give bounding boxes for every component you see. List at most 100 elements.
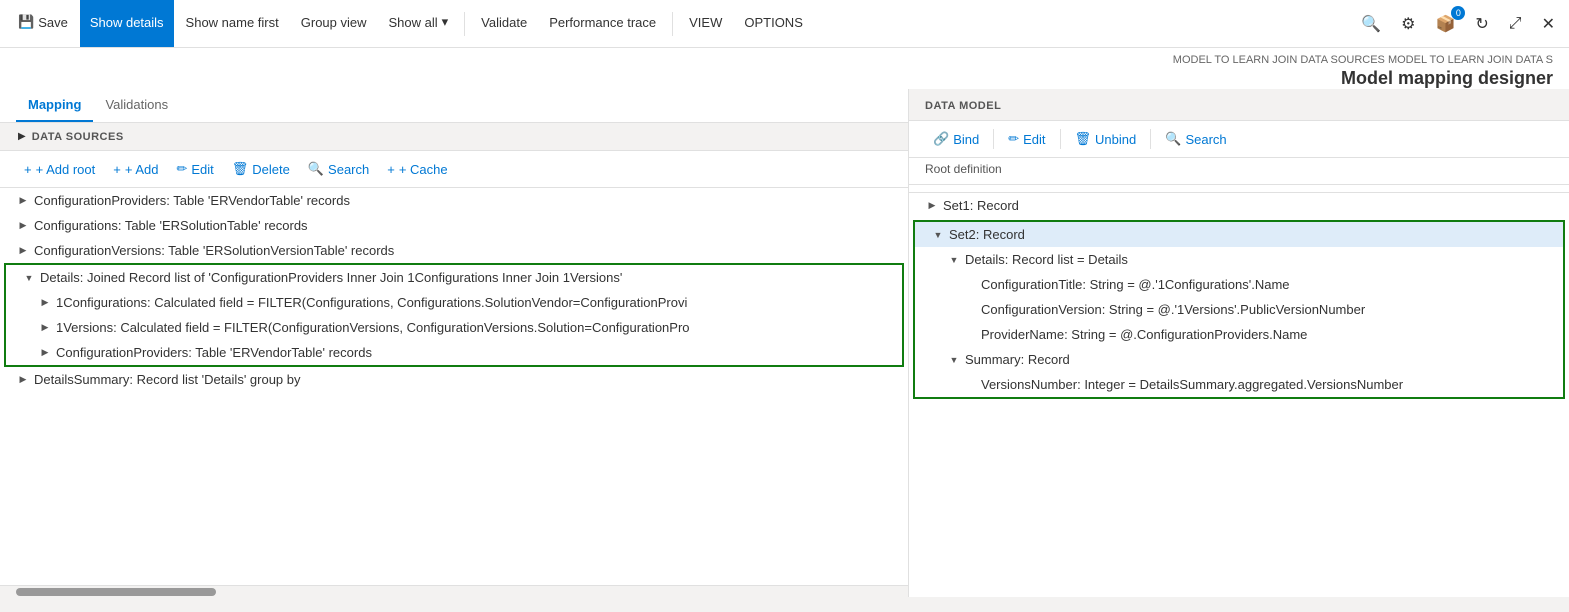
left-panel: Mapping Validations ▶ DATA SOURCES + + A… (0, 89, 909, 597)
dm-tree-item[interactable]: ▼ Details: Record list = Details (915, 247, 1563, 272)
ds-toolbar: + + Add root + + Add ✏ Edit 🗑 Delete 🔍 S… (0, 151, 908, 188)
performance-trace-button[interactable]: Performance trace (539, 0, 666, 47)
unbind-button[interactable]: 🗑 Unbind (1067, 127, 1145, 151)
show-name-first-button[interactable]: Show name first (176, 0, 289, 47)
right-panel: DATA MODEL 🔗 Bind ✏ Edit 🗑 Unbind 🔍 Sear… (909, 89, 1569, 597)
main-layout: Mapping Validations ▶ DATA SOURCES + + A… (0, 89, 1569, 597)
close-button[interactable]: ✕ (1536, 8, 1561, 40)
add-root-label: + Add root (36, 162, 96, 177)
tree-item-text: Details: Joined Record list of 'Configur… (40, 270, 622, 285)
add-button[interactable]: + + Add (105, 158, 166, 181)
horizontal-scrollbar[interactable] (0, 585, 908, 597)
edit-button[interactable]: ✏ Edit (168, 157, 221, 181)
show-details-label: Show details (90, 15, 164, 30)
edit-icon: ✏ (176, 161, 187, 177)
dm-tree-item-text: Set2: Record (949, 227, 1025, 242)
dm-tree-item[interactable]: ▼ Set2: Record (915, 222, 1563, 247)
unbind-label: Unbind (1095, 132, 1136, 147)
expand-icon: ▶ (925, 199, 939, 213)
tree-item[interactable]: ▼ Details: Joined Record list of 'Config… (6, 265, 902, 290)
show-name-first-label: Show name first (186, 15, 279, 30)
tab-validations[interactable]: Validations (93, 89, 180, 122)
toolbar: 💾 Save Show details Show name first Grou… (0, 0, 1569, 48)
search-button[interactable]: 🔍 Search (300, 157, 377, 181)
dm-green-box: ▼ Set2: Record ▼ Details: Record list = … (913, 220, 1565, 399)
breadcrumb: MODEL TO LEARN JOIN DATA SOURCES MODEL T… (1173, 54, 1553, 66)
dm-tree-item-text: ConfigurationVersion: String = @.'1Versi… (981, 302, 1365, 317)
dm-tree-item-text: VersionsNumber: Integer = DetailsSummary… (981, 377, 1403, 392)
expand-icon: ▼ (931, 228, 945, 242)
dm-tree-item-text: Summary: Record (965, 352, 1070, 367)
tree-item-text: 1Configurations: Calculated field = FILT… (56, 295, 687, 310)
options-label: OPTIONS (744, 15, 803, 30)
expand-icon: ▼ (947, 353, 961, 367)
header-area: MODEL TO LEARN JOIN DATA SOURCES MODEL T… (0, 48, 1569, 89)
ds-tree: ▶ ConfigurationProviders: Table 'ERVendo… (0, 188, 908, 585)
dm-search-button[interactable]: 🔍 Search (1157, 127, 1234, 151)
validate-label: Validate (481, 15, 527, 30)
dm-tree-item[interactable]: ▼ Summary: Record (915, 347, 1563, 372)
right-sep-1 (993, 129, 994, 149)
performance-trace-label: Performance trace (549, 15, 656, 30)
tree-item[interactable]: ▶ 1Configurations: Calculated field = FI… (6, 290, 902, 315)
root-definition: Root definition (909, 158, 1569, 185)
delete-button[interactable]: 🗑 Delete (224, 157, 298, 181)
tree-item[interactable]: ▶ 1Versions: Calculated field = FILTER(C… (6, 315, 902, 340)
delete-label: Delete (252, 162, 290, 177)
tree-item[interactable]: ▶ ConfigurationProviders: Table 'ERVendo… (6, 340, 902, 365)
show-all-button[interactable]: Show all ▾ (379, 0, 459, 47)
ds-collapse-button[interactable]: ▶ (16, 129, 28, 144)
validate-button[interactable]: Validate (471, 0, 537, 47)
view-button[interactable]: VIEW (679, 0, 732, 47)
data-sources-header: ▶ DATA SOURCES (0, 123, 908, 151)
refresh-button[interactable]: ↻ (1469, 8, 1494, 40)
dm-tree-item[interactable]: ▶ ConfigurationTitle: String = @.'1Confi… (915, 272, 1563, 297)
right-sep-3 (1150, 129, 1151, 149)
bind-button[interactable]: 🔗 Bind (925, 127, 987, 151)
expand-icon: ▶ (38, 346, 52, 360)
dm-tree-item[interactable]: ▶ ConfigurationVersion: String = @.'1Ver… (915, 297, 1563, 322)
dm-tree-item[interactable]: ▶ VersionsNumber: Integer = DetailsSumma… (915, 372, 1563, 397)
dm-tree-item-text: Set1: Record (943, 198, 1019, 213)
expand-icon: ▶ (38, 296, 52, 310)
dm-tree-item[interactable]: ▶ ProviderName: String = @.Configuration… (915, 322, 1563, 347)
tree-item[interactable]: ▶ ConfigurationProviders: Table 'ERVendo… (0, 188, 908, 213)
tree-item-text: ConfigurationVersions: Table 'ERSolution… (34, 243, 394, 258)
dm-search-label: Search (1185, 132, 1226, 147)
toolbar-separator-1 (464, 12, 465, 36)
dm-edit-button[interactable]: ✏ Edit (1000, 127, 1053, 151)
popout-button[interactable]: ⤢ (1503, 9, 1528, 39)
expand-icon: ▶ (16, 373, 30, 387)
chevron-down-icon: ▾ (442, 14, 449, 30)
show-details-button[interactable]: Show details (80, 0, 174, 47)
tabs-bar: Mapping Validations (0, 89, 908, 123)
dm-tree-item[interactable]: ▶ Set1: Record (909, 193, 1569, 218)
group-view-button[interactable]: Group view (291, 0, 377, 47)
scroll-thumb[interactable] (16, 588, 216, 596)
office-btn-wrapper: 📦 0 (1429, 8, 1461, 40)
dm-tree-item-text: ProviderName: String = @.ConfigurationPr… (981, 327, 1307, 342)
settings-icon-btn[interactable]: ⚙ (1395, 8, 1421, 40)
save-icon: 💾 (18, 14, 34, 30)
search-icon: 🔍 (308, 161, 324, 177)
options-button[interactable]: OPTIONS (734, 0, 813, 47)
bind-label: Bind (953, 132, 979, 147)
cache-button[interactable]: + + Cache (379, 158, 455, 181)
tree-item-text: ConfigurationProviders: Table 'ERVendorT… (56, 345, 372, 360)
tree-item[interactable]: ▶ ConfigurationVersions: Table 'ERSoluti… (0, 238, 908, 263)
expand-icon: ▶ (16, 244, 30, 258)
toolbar-separator-2 (672, 12, 673, 36)
expand-icon: ▶ (16, 219, 30, 233)
trash-icon: 🗑 (232, 161, 249, 177)
search-toolbar-button[interactable]: 🔍 (1355, 8, 1387, 40)
tree-item[interactable]: ▶ Configurations: Table 'ERSolutionTable… (0, 213, 908, 238)
tree-item-text: 1Versions: Calculated field = FILTER(Con… (56, 320, 690, 335)
cache-icon: + (387, 162, 395, 177)
view-label: VIEW (689, 15, 722, 30)
tab-mapping[interactable]: Mapping (16, 89, 93, 122)
tree-item[interactable]: ▶ DetailsSummary: Record list 'Details' … (0, 367, 908, 392)
add-label: + Add (125, 162, 159, 177)
unbind-icon: 🗑 (1075, 131, 1092, 147)
save-button[interactable]: 💾 Save (8, 0, 78, 47)
add-root-button[interactable]: + + Add root (16, 158, 103, 181)
